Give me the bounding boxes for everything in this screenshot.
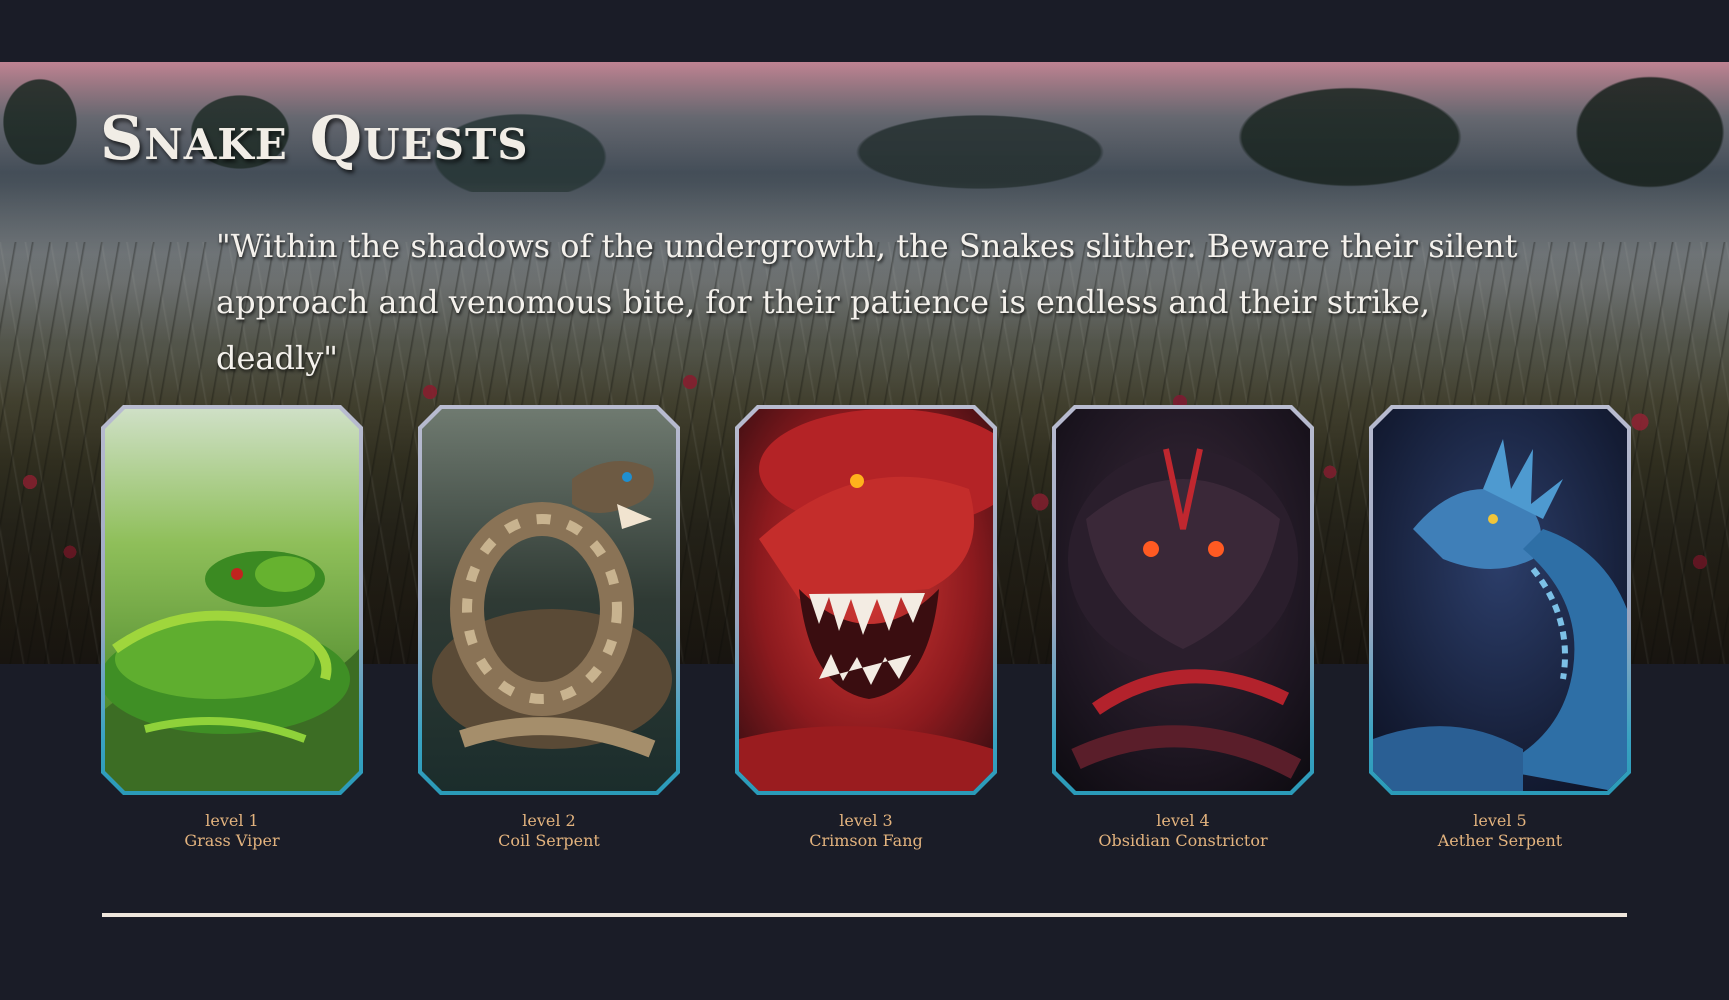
- quest-card-level-1[interactable]: level 1 Grass Viper: [101, 405, 363, 851]
- card-level: level 4: [1156, 811, 1210, 830]
- card-caption: level 3 Crimson Fang: [735, 811, 997, 851]
- card-caption: level 1 Grass Viper: [101, 811, 363, 851]
- page-title: Snake Quests: [100, 104, 529, 174]
- card-name: Coil Serpent: [498, 831, 600, 850]
- card-frame[interactable]: [101, 405, 363, 795]
- card-frame[interactable]: [735, 405, 997, 795]
- card-level: level 1: [205, 811, 259, 830]
- blue-dragon-serpent-illustration: [1373, 409, 1627, 791]
- snake-quests-page: Snake Quests "Within the shadows of the …: [0, 0, 1729, 1000]
- red-fanged-snake-illustration: [739, 409, 993, 791]
- card-level: level 5: [1473, 811, 1527, 830]
- green-snake-illustration: [105, 409, 359, 791]
- section-divider: [102, 913, 1627, 917]
- card-caption: level 2 Coil Serpent: [418, 811, 680, 851]
- card-level: level 3: [839, 811, 893, 830]
- quest-card-level-4[interactable]: level 4 Obsidian Constrictor: [1052, 405, 1314, 851]
- card-name: Grass Viper: [184, 831, 280, 850]
- card-caption: level 4 Obsidian Constrictor: [1052, 811, 1314, 851]
- card-frame[interactable]: [1369, 405, 1631, 795]
- quest-card-level-3[interactable]: level 3 Crimson Fang: [735, 405, 997, 851]
- quest-card-row: level 1 Grass Viper level 2 Coil Serpent…: [0, 405, 1729, 855]
- card-name: Obsidian Constrictor: [1098, 831, 1268, 850]
- quest-card-level-5[interactable]: level 5 Aether Serpent: [1369, 405, 1631, 851]
- brown-coiled-snake-illustration: [422, 409, 676, 791]
- lore-quote: "Within the shadows of the undergrowth, …: [216, 227, 1518, 377]
- card-level: level 2: [522, 811, 576, 830]
- black-red-snake-illustration: [1056, 409, 1310, 791]
- quest-card-level-2[interactable]: level 2 Coil Serpent: [418, 405, 680, 851]
- card-name: Crimson Fang: [809, 831, 923, 850]
- card-frame[interactable]: [1052, 405, 1314, 795]
- card-caption: level 5 Aether Serpent: [1369, 811, 1631, 851]
- card-name: Aether Serpent: [1437, 831, 1563, 850]
- card-frame[interactable]: [418, 405, 680, 795]
